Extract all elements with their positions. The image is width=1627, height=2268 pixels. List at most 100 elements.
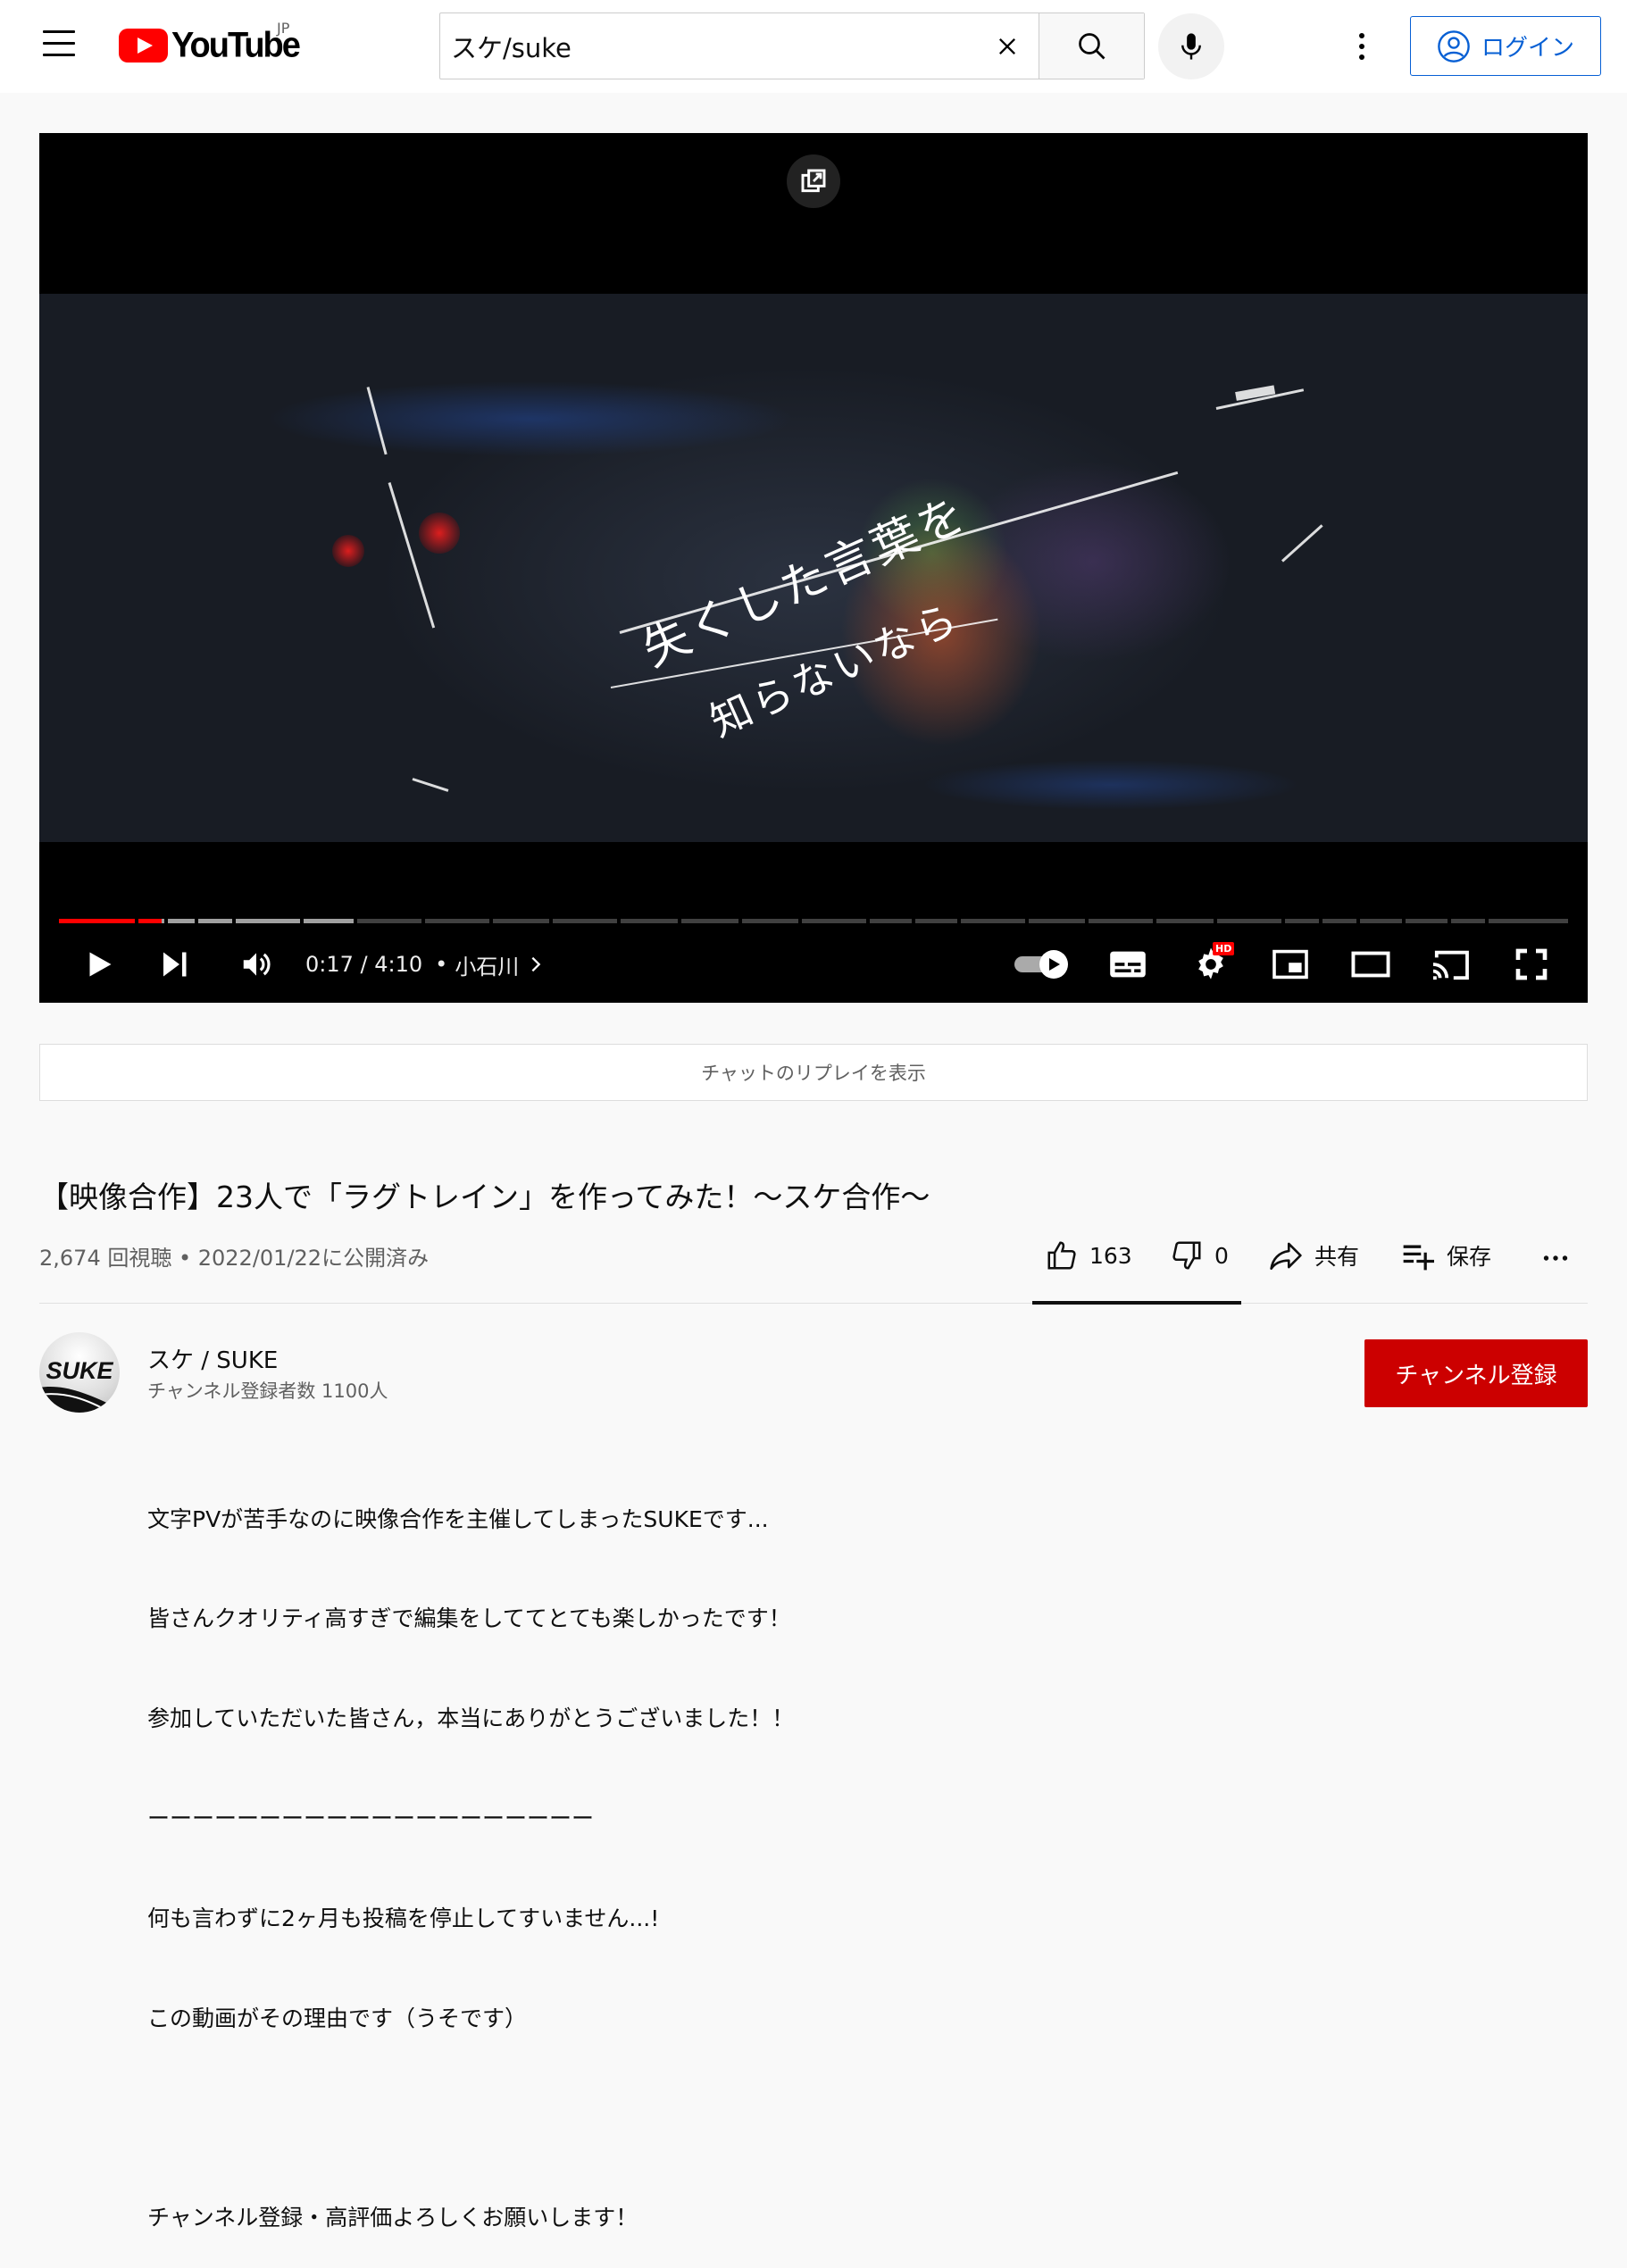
cast-button[interactable] [1425,944,1475,985]
settings-more-icon[interactable] [1348,27,1375,66]
show-chat-replay-button[interactable]: チャットのリプレイを表示 [39,1044,1588,1101]
chapter-separator [1153,919,1157,923]
video-info: 2,674 回視聴 • 2022/01/22に公開済み [39,1246,430,1271]
fullscreen-button[interactable] [1509,944,1554,985]
search-icon [1078,32,1105,59]
chapter-separator [1356,919,1361,923]
autoplay-toggle-icon [1014,950,1068,979]
chapter-bullet: • [435,952,448,977]
buffer-bar [161,919,354,923]
chapter-separator [1402,919,1406,923]
chapter-separator [1085,919,1089,923]
subtitles-button[interactable] [1106,944,1150,985]
avatar-text: SUKE [46,1357,113,1384]
autoplay-toggle[interactable] [1011,944,1073,985]
video-title: 【映像合作】23人で「ラグトレイン」を作ってみた！～スケ合作～ [39,1180,930,1214]
save-button[interactable]: 保存 [1400,1230,1491,1280]
player-controls: 0:17 / 4:10 • 小石川 HD [39,937,1588,990]
like-count: 163 [1089,1242,1132,1269]
next-button[interactable] [154,944,195,985]
masthead: YouTube JP ログイン [0,0,1627,93]
chapter-separator [1213,919,1217,923]
video-description: 文字PVが苦手なのに映像合作を主催してしまったSUKEです... 皆さんクオリテ… [147,1436,794,2268]
chapter-separator [1485,919,1489,923]
voice-search-button[interactable] [1158,13,1224,79]
description-line: ーーーーーーーーーーーーーーーーーーーー [147,1805,595,1832]
share-label: 共有 [1314,1244,1360,1270]
theater-mode-button[interactable] [1347,944,1395,985]
open-in-new-icon [801,169,826,193]
menu-icon[interactable] [43,30,75,57]
search-input[interactable] [440,13,976,79]
play-button[interactable] [79,944,120,985]
video-player[interactable]: 失くした言葉を 知らないなら 0:17 / 4:10 • 小石川 HD [39,133,1588,1003]
microphone-icon [1181,33,1201,60]
deco-line [412,778,449,792]
search-box [439,13,1145,79]
miniplayer-expand-button[interactable] [787,154,840,208]
cast-icon [1432,950,1469,980]
description-line: 参加していただいた皆さん，本当にありがとうございました！！ [147,1705,795,1732]
chapter-separator [421,919,425,923]
clear-search-button[interactable] [976,13,1039,79]
chapter-separator [232,919,237,923]
sentiment-bar [1032,1301,1241,1305]
account-icon [1438,29,1470,63]
chapter-separator [956,919,961,923]
played-bar [59,919,162,923]
chapter-separator [617,919,622,923]
share-icon [1270,1242,1302,1271]
description-line: 文字PVが苦手なのに映像合作を主催してしまったSUKEです... [147,1505,769,1532]
chapter-separator [866,919,871,923]
red-light [419,513,460,554]
channel-name[interactable]: スケ / SUKE [147,1342,278,1375]
deco-line [366,387,388,455]
dislike-count: 0 [1214,1242,1229,1269]
search-button[interactable] [1039,13,1144,79]
deco-line [1281,524,1323,563]
chapter-title[interactable]: 小石川 [455,949,519,980]
playlist-add-icon [1403,1245,1434,1271]
skip-next-icon [163,952,187,977]
info-divider [39,1303,1588,1304]
login-label: ログイン [1481,35,1574,62]
chapter-separator [1319,919,1323,923]
chapter-separator [798,919,803,923]
more-actions-button[interactable] [1538,1230,1573,1280]
fullscreen-icon [1515,948,1548,980]
chapter-separator [195,919,199,923]
youtube-play-icon [119,29,168,63]
description-line [147,2102,794,2135]
red-light [332,535,364,567]
chapter-separator [738,919,742,923]
youtube-logo[interactable]: YouTube [119,25,301,65]
chapter-separator [300,919,305,923]
theater-mode-icon [1351,951,1390,978]
description-line: チャンネル登録・高評価よろしくお願いします！ [147,2205,638,2231]
thumbs-down-icon [1172,1241,1201,1270]
subscribe-button[interactable]: チャンネル登録 [1364,1339,1588,1407]
settings-button[interactable]: HD [1186,942,1236,985]
login-button[interactable]: ログイン [1410,16,1601,76]
progress-bar[interactable] [59,919,1568,923]
chapter-separator [488,919,493,923]
description-line: 何も言わずに2ヶ月も投稿を停止してすいません...! [147,1905,660,1932]
time-display: 0:17 / 4:10 • 小石川 [305,944,546,985]
channel-avatar[interactable]: SUKE [39,1332,120,1413]
chevron-right-icon[interactable] [526,955,546,974]
share-button[interactable]: 共有 [1268,1230,1359,1280]
deco-line [388,482,436,629]
mute-button[interactable] [236,944,277,985]
region-code: JP [277,20,290,37]
volume-icon [243,953,271,976]
sentiment-fill [1032,1301,1241,1305]
subtitles-icon [1110,951,1146,978]
like-button[interactable]: 163 [1045,1230,1132,1280]
more-horizontal-icon [1543,1255,1568,1261]
hd-badge: HD [1213,942,1235,955]
miniplayer-button[interactable] [1266,944,1314,985]
chapter-separator [134,919,138,923]
time-separator: / [353,952,375,977]
dislike-button[interactable]: 0 [1170,1230,1229,1280]
subscriber-count: チャンネル登録者数 1100人 [147,1380,388,1402]
